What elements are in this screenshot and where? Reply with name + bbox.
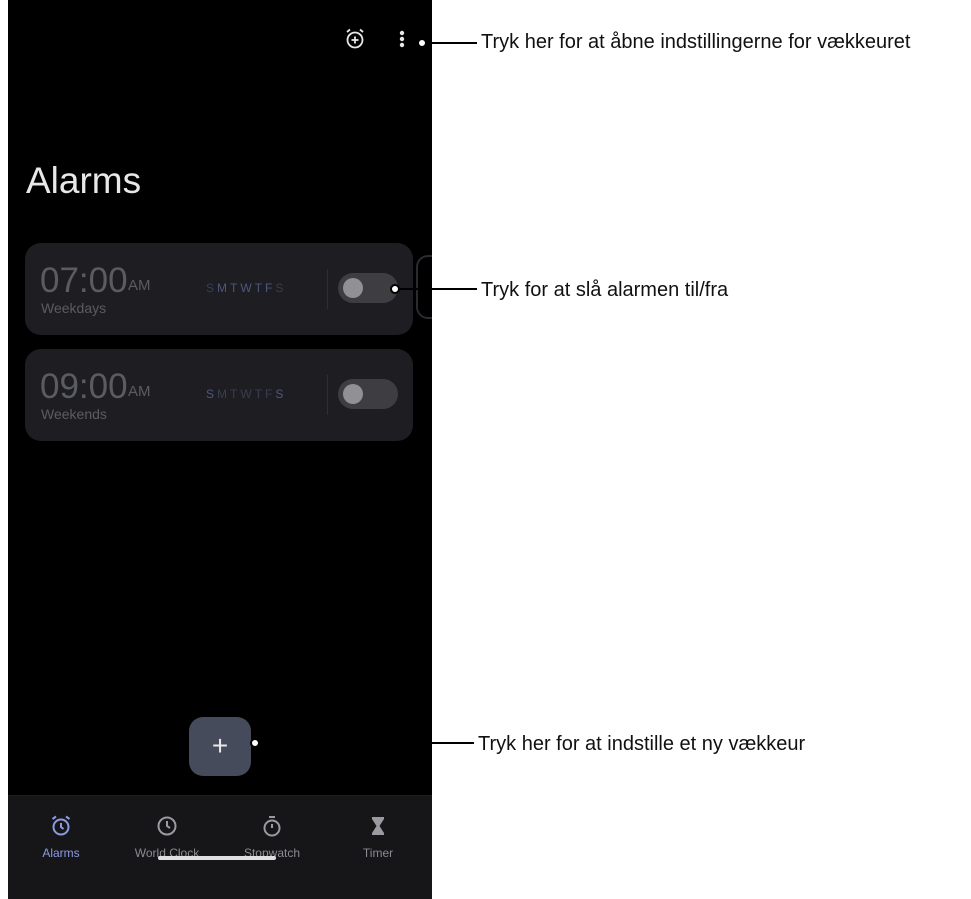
alarm-clock-icon	[11, 814, 111, 840]
toggle-knob	[343, 384, 363, 404]
alarm-repeat-label: Weekdays	[41, 300, 107, 316]
callout-line	[260, 742, 474, 744]
alarm-add-icon[interactable]	[344, 28, 366, 55]
nav-timer[interactable]: Timer	[328, 814, 428, 860]
nav-stopwatch[interactable]: Stopwatch	[222, 814, 322, 860]
alarm-ampm: AM	[128, 277, 151, 294]
divider	[327, 269, 328, 309]
callout-settings: Tryk her for at åbne indstillingerne for…	[481, 31, 911, 53]
phone-screen: Alarms 07:00 AM Weekdays SMTWTFS 09:00 A…	[8, 0, 432, 899]
alarm-ampm: AM	[128, 383, 151, 400]
callout-line	[427, 42, 477, 44]
page-title: Alarms	[26, 160, 142, 201]
nav-label: Timer	[362, 846, 394, 860]
stopwatch-icon	[222, 814, 322, 840]
divider	[327, 375, 328, 415]
callout-add: Tryk her for at indstille et ny vækkeur	[478, 733, 806, 755]
nav-alarms[interactable]: Alarms	[11, 814, 111, 860]
alarm-time: 09:00	[40, 367, 128, 406]
nav-label: Alarms	[42, 846, 80, 860]
clock-icon	[117, 814, 217, 840]
nav-world-clock[interactable]: World Clock	[117, 814, 217, 860]
more-options-icon[interactable]	[398, 28, 406, 55]
bottom-navigation: Alarms World Clock Stopwatch Timer	[8, 795, 432, 899]
alarm-days: SMTWTFS	[206, 387, 287, 401]
callout-line	[400, 288, 477, 290]
callout-dot	[417, 38, 427, 48]
toggle-knob	[343, 278, 363, 298]
alarm-toggle[interactable]	[338, 273, 398, 303]
alarm-card-1[interactable]: 07:00 AM Weekdays SMTWTFS	[25, 243, 413, 335]
alarm-toggle[interactable]	[338, 379, 398, 409]
hourglass-icon	[328, 814, 428, 840]
callout-toggle: Tryk for at slå alarmen til/fra	[481, 279, 729, 301]
add-alarm-button[interactable]: +	[189, 717, 251, 776]
card-peek-edge	[416, 255, 432, 319]
callout-dot	[250, 738, 260, 748]
callout-dot	[390, 284, 400, 294]
alarm-card-2[interactable]: 09:00 AM Weekends SMTWTFS	[25, 349, 413, 441]
alarm-repeat-label: Weekends	[41, 406, 107, 422]
home-indicator[interactable]	[158, 856, 276, 860]
alarm-days: SMTWTFS	[206, 281, 287, 295]
alarm-time: 07:00	[40, 261, 128, 300]
